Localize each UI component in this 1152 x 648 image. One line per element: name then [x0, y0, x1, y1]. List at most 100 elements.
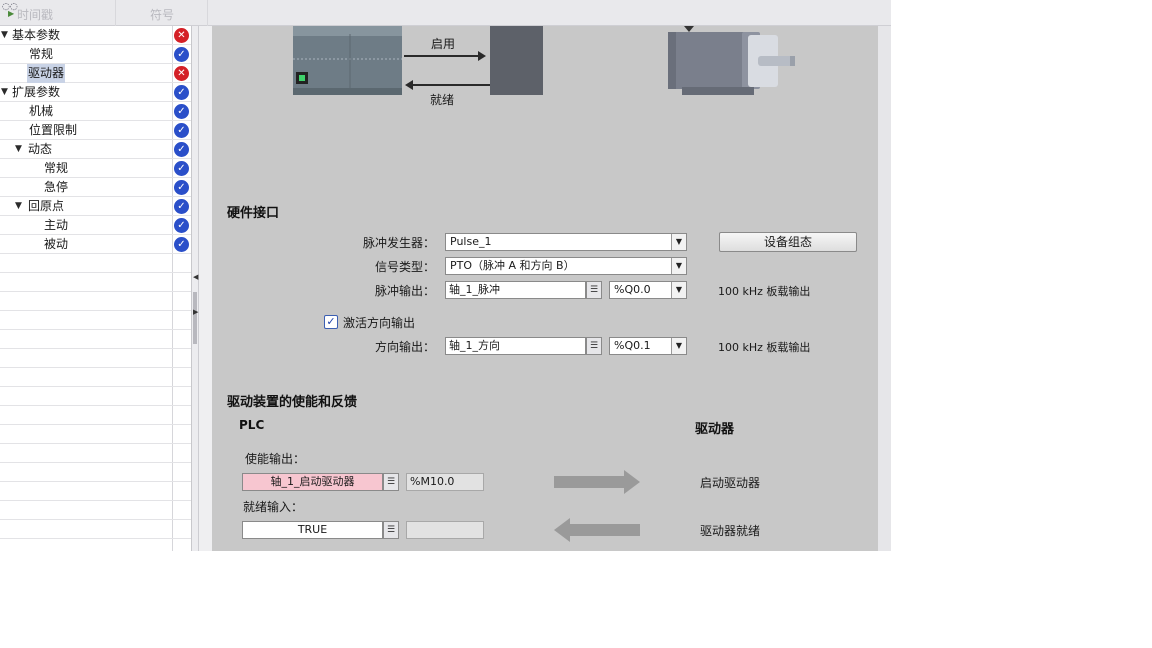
- pulse-output-address-value: %Q0.0: [614, 283, 651, 296]
- ok-status-icon: ✓: [174, 218, 189, 233]
- tree-item-label: 驱动器: [27, 64, 66, 83]
- error-status-icon: ✕: [174, 66, 189, 81]
- parameter-tree: ▼ 基本参数 ✕ 常规 ✓ 驱动器 ✕ ▼ 扩展参数 ✓ 机械 ✓ 位置限制 ✓…: [0, 26, 192, 551]
- tree-item-extended-params[interactable]: ▼ 扩展参数 ✓: [0, 83, 191, 102]
- pulse-output-tag-field[interactable]: 轴_1_脉冲: [445, 281, 586, 299]
- tree-item-label: 回原点: [28, 199, 65, 213]
- pulse-output-label: 脉冲输出：: [375, 284, 436, 298]
- empty-row: [0, 254, 191, 273]
- pane-splitter[interactable]: ◀ ▶: [192, 26, 199, 551]
- empty-row: [0, 368, 191, 387]
- ok-status-icon: ✓: [174, 85, 189, 100]
- ready-input-address-field[interactable]: [406, 521, 484, 539]
- tag-list-icon[interactable]: ☰: [383, 473, 399, 491]
- ready-arrow-icon: [405, 80, 490, 90]
- expand-triangle-icon[interactable]: ▼: [15, 140, 22, 159]
- empty-row: [0, 520, 191, 539]
- error-status-icon: ✕: [174, 28, 189, 43]
- collapse-left-icon[interactable]: ◀: [193, 273, 198, 281]
- direction-output-address-select[interactable]: %Q0.1 ▼: [609, 337, 687, 355]
- enable-drive-label: 启动驱动器: [700, 476, 761, 490]
- ok-status-icon: ✓: [174, 199, 189, 214]
- pulse-output-address-select[interactable]: %Q0.0 ▼: [609, 281, 687, 299]
- enable-output-tag-field[interactable]: 轴_1_启动驱动器: [242, 473, 383, 491]
- play-icon: ▶: [8, 9, 15, 18]
- pulse-generator-select[interactable]: Pulse_1 ▼: [445, 233, 687, 251]
- pulse-generator-value: Pulse_1: [450, 235, 492, 248]
- empty-row: [0, 482, 191, 501]
- signal-type-value: PTO（脉冲 A 和方向 B）: [450, 259, 575, 272]
- empty-row: [0, 330, 191, 349]
- tree-item-label: 动态: [28, 142, 53, 156]
- direction-output-tag-field[interactable]: 轴_1_方向: [445, 337, 586, 355]
- column-separator: [115, 0, 116, 26]
- ready-input-label: 就绪输入：: [243, 500, 304, 514]
- empty-row: [0, 273, 191, 292]
- plc-drive-diagram: [293, 26, 795, 95]
- tree-item-label: 常规: [29, 47, 54, 61]
- tree-item-general[interactable]: 常规 ✓: [0, 45, 191, 64]
- ready-signal-arrow-icon: [554, 518, 640, 542]
- chevron-down-icon[interactable]: ▼: [671, 282, 686, 298]
- enable-output-label: 使能输出：: [245, 452, 306, 466]
- empty-row: [0, 425, 191, 444]
- plc-header: PLC: [239, 418, 265, 432]
- symbol-column-header[interactable]: 符号: [150, 0, 174, 26]
- tree-item-dynamics[interactable]: ▼ 动态 ✓: [0, 140, 191, 159]
- enable-arrow-label: 启用: [431, 37, 456, 51]
- splitter-grip[interactable]: [193, 292, 197, 344]
- expand-triangle-icon[interactable]: ▼: [1, 83, 8, 102]
- tree-item-drive[interactable]: 驱动器 ✕: [0, 64, 191, 83]
- enable-output-address-field[interactable]: %M10.0: [406, 473, 484, 491]
- tree-item-label: 基本参数: [12, 28, 61, 42]
- ready-arrow-label: 就绪: [430, 93, 455, 107]
- tree-item-basic-params[interactable]: ▼ 基本参数 ✕: [0, 26, 191, 45]
- tag-list-icon[interactable]: ☰: [586, 281, 602, 299]
- tree-item-mechanics[interactable]: 机械 ✓: [0, 102, 191, 121]
- chevron-down-icon[interactable]: ▼: [671, 338, 686, 354]
- tree-item-emergency-stop[interactable]: 急停 ✓: [0, 178, 191, 197]
- chevron-down-icon[interactable]: ▼: [671, 234, 686, 250]
- plc-module-icon: [293, 26, 402, 95]
- chevron-down-icon[interactable]: ▼: [671, 258, 686, 274]
- device-config-button[interactable]: 设备组态: [719, 232, 857, 252]
- empty-row: [0, 501, 191, 520]
- tree-item-label: 被动: [44, 237, 69, 251]
- tag-list-icon[interactable]: ☰: [383, 521, 399, 539]
- ok-status-icon: ✓: [174, 104, 189, 119]
- direction-output-checkbox-label[interactable]: 激活方向输出: [343, 314, 415, 331]
- empty-row: [0, 406, 191, 425]
- column-header-bar: ◌◌ ▶ 时间戳 符号: [0, 0, 891, 26]
- expand-right-icon[interactable]: ▶: [193, 308, 198, 316]
- direction-output-checkbox[interactable]: ✓: [324, 315, 338, 329]
- empty-row: [0, 387, 191, 406]
- ok-status-icon: ✓: [174, 237, 189, 252]
- enable-arrow-icon: [404, 51, 486, 61]
- signal-type-select[interactable]: PTO（脉冲 A 和方向 B） ▼: [445, 257, 687, 275]
- tree-item-label: 主动: [44, 218, 69, 232]
- ok-status-icon: ✓: [174, 123, 189, 138]
- drive-ready-label: 驱动器就绪: [700, 524, 761, 538]
- ok-status-icon: ✓: [174, 47, 189, 62]
- direction-output-address-value: %Q0.1: [614, 339, 651, 352]
- timestamp-column-header[interactable]: 时间戳: [17, 0, 53, 26]
- tree-item-dynamics-general[interactable]: 常规 ✓: [0, 159, 191, 178]
- drive-config-panel: 启用 就绪 硬件接口 脉冲发生器： Pulse_1 ▼ 设备组态 信号类型： P…: [212, 26, 878, 551]
- expand-triangle-icon[interactable]: ▼: [15, 197, 22, 216]
- column-separator: [207, 0, 208, 26]
- direction-output-label: 方向输出：: [375, 340, 436, 354]
- direction-output-note: 100 kHz 板载输出: [718, 341, 811, 354]
- empty-row: [0, 292, 191, 311]
- pane-gap: [199, 26, 212, 551]
- expand-triangle-icon[interactable]: ▼: [1, 26, 8, 45]
- enable-feedback-title: 驱动装置的使能和反馈: [227, 395, 358, 410]
- ok-status-icon: ✓: [174, 161, 189, 176]
- tag-list-icon[interactable]: ☰: [586, 337, 602, 355]
- tree-item-passive-homing[interactable]: 被动 ✓: [0, 235, 191, 254]
- tree-item-label: 机械: [29, 104, 54, 118]
- tree-item-homing[interactable]: ▼ 回原点 ✓: [0, 197, 191, 216]
- ready-input-tag-field[interactable]: TRUE: [242, 521, 383, 539]
- tree-item-active-homing[interactable]: 主动 ✓: [0, 216, 191, 235]
- tree-item-position-limits[interactable]: 位置限制 ✓: [0, 121, 191, 140]
- enable-signal-arrow-icon: [554, 470, 640, 494]
